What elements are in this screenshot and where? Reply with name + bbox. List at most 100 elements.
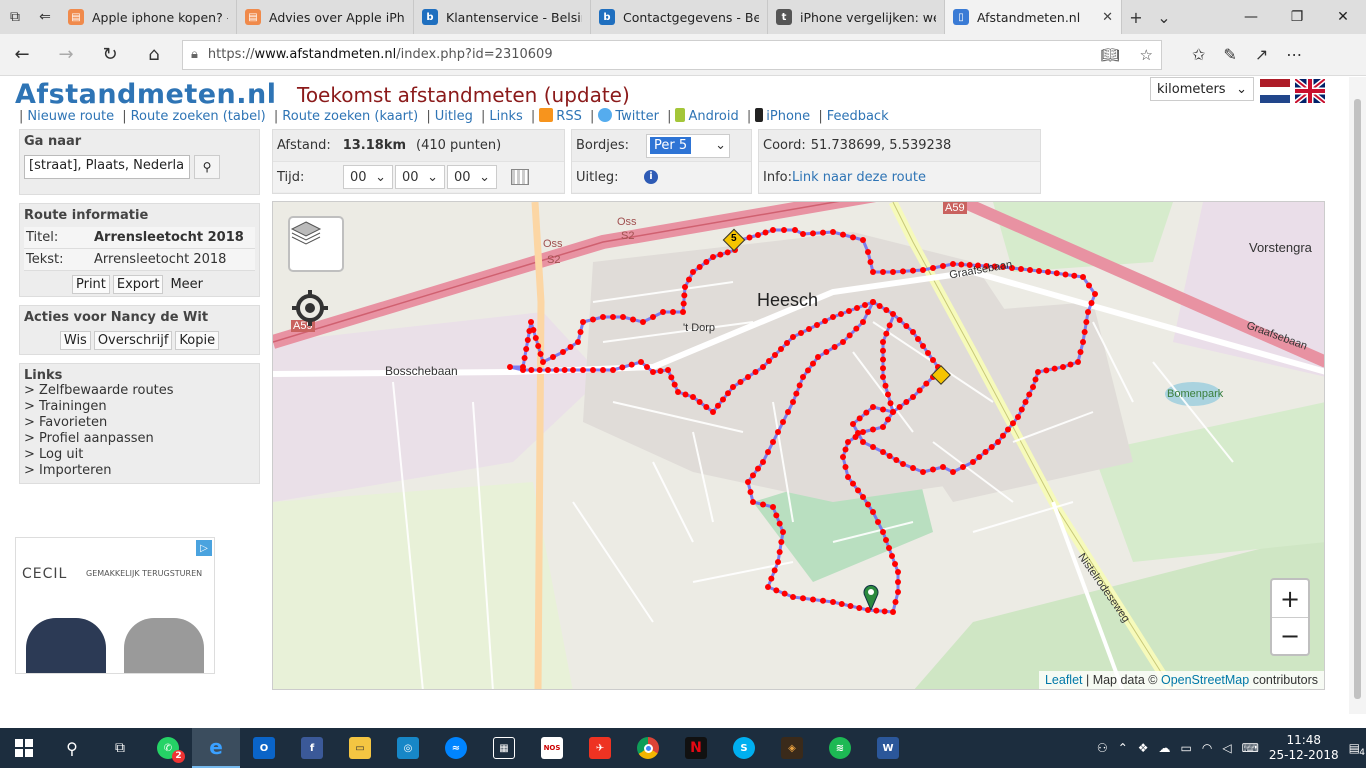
- route-point[interactable]: [830, 314, 836, 320]
- route-point[interactable]: [644, 364, 650, 370]
- route-point[interactable]: [838, 311, 844, 317]
- route-point[interactable]: [760, 459, 766, 465]
- route-point[interactable]: [890, 311, 896, 317]
- route-point[interactable]: [792, 227, 798, 233]
- route-point[interactable]: [886, 453, 893, 459]
- locate-icon[interactable]: [292, 290, 328, 326]
- tab-back-icon[interactable]: ⇐: [30, 0, 60, 34]
- route-point[interactable]: [883, 307, 890, 313]
- route-point[interactable]: [1000, 432, 1006, 439]
- adchoices-icon[interactable]: ▷: [196, 540, 212, 556]
- unit-select[interactable]: kilometers ⌄: [1150, 77, 1254, 101]
- route-point[interactable]: [1053, 270, 1060, 277]
- route-point[interactable]: [745, 374, 751, 380]
- route-point[interactable]: [682, 391, 689, 398]
- route-point[interactable]: [876, 303, 883, 309]
- route-point[interactable]: [815, 354, 821, 360]
- route-point[interactable]: [746, 234, 753, 241]
- route-point[interactable]: [545, 367, 551, 373]
- route-point[interactable]: [610, 314, 616, 320]
- refresh-icon[interactable]: ↻: [88, 44, 132, 65]
- route-point[interactable]: [682, 284, 688, 290]
- route-point[interactable]: [553, 367, 560, 373]
- route-point[interactable]: [903, 323, 910, 329]
- route-point[interactable]: [930, 357, 936, 363]
- route-point[interactable]: [575, 339, 581, 345]
- nav-feedback[interactable]: Feedback: [827, 109, 889, 124]
- nav-nieuwe-route[interactable]: Nieuwe route: [27, 109, 114, 124]
- route-point[interactable]: [528, 319, 534, 325]
- route-point[interactable]: [668, 374, 675, 381]
- bordjes-select[interactable]: Per 5 ⌄: [646, 133, 730, 158]
- layers-icon[interactable]: [288, 216, 344, 272]
- route-point[interactable]: [883, 537, 889, 543]
- nav-uitleg[interactable]: Uitleg: [435, 109, 473, 124]
- dropbox-icon[interactable]: ❖: [1138, 741, 1149, 755]
- route-point[interactable]: [910, 394, 916, 400]
- route-point[interactable]: [630, 316, 636, 323]
- route-point[interactable]: [890, 409, 896, 415]
- volume-icon[interactable]: ◁: [1222, 741, 1231, 755]
- route-point[interactable]: [900, 268, 906, 275]
- route-point[interactable]: [883, 330, 890, 337]
- route-point[interactable]: [854, 305, 860, 311]
- route-point[interactable]: [960, 464, 966, 470]
- start-pin-icon[interactable]: [863, 584, 879, 610]
- route-point[interactable]: [880, 529, 886, 535]
- route-point[interactable]: [867, 259, 874, 265]
- route-point[interactable]: [745, 479, 751, 485]
- route-point[interactable]: [540, 359, 546, 365]
- route-point[interactable]: [580, 367, 586, 373]
- nav-rss[interactable]: RSS: [556, 109, 582, 124]
- kopie-button[interactable]: Kopie: [175, 331, 220, 350]
- nav-route-zoeken-tabel[interactable]: Route zoeken (tabel): [131, 109, 266, 124]
- link-profiel-aanpassen[interactable]: > Profiel aanpassen: [24, 431, 255, 447]
- route-point[interactable]: [915, 336, 921, 342]
- route-point[interactable]: [600, 314, 606, 320]
- route-point[interactable]: [1036, 268, 1042, 274]
- dutch-flag-icon[interactable]: [1260, 79, 1290, 103]
- route-point[interactable]: [507, 364, 513, 370]
- route-point[interactable]: [1071, 272, 1078, 279]
- route-point[interactable]: [580, 319, 586, 325]
- overschrijf-button[interactable]: Overschrijf: [93, 331, 173, 350]
- nos-icon[interactable]: NOS: [528, 728, 576, 768]
- route-point[interactable]: [880, 406, 886, 413]
- route-point[interactable]: [892, 599, 899, 605]
- route-point[interactable]: [860, 439, 866, 445]
- route-point[interactable]: [660, 309, 666, 315]
- route-point[interactable]: [780, 419, 786, 425]
- route-point[interactable]: [1022, 399, 1029, 405]
- route-point[interactable]: [910, 267, 916, 274]
- route-point[interactable]: [790, 334, 796, 340]
- route-point[interactable]: [887, 400, 894, 407]
- route-point[interactable]: [755, 465, 761, 472]
- spotify-icon[interactable]: ≋: [816, 728, 864, 768]
- share-icon[interactable]: ↗: [1255, 45, 1268, 64]
- nav-route-zoeken-kaart[interactable]: Route zoeken (kaart): [282, 109, 418, 124]
- route-point[interactable]: [970, 459, 976, 465]
- route-point[interactable]: [1092, 291, 1098, 297]
- route-point[interactable]: [561, 367, 568, 373]
- route-point[interactable]: [810, 360, 816, 367]
- route-point[interactable]: [750, 472, 756, 479]
- route-point[interactable]: [536, 367, 543, 373]
- route-point[interactable]: [896, 317, 903, 323]
- route-point[interactable]: [675, 389, 681, 395]
- route-point[interactable]: [885, 416, 891, 423]
- route-point[interactable]: [535, 343, 542, 349]
- home-icon[interactable]: ⌂: [132, 44, 176, 65]
- route-point[interactable]: [703, 404, 710, 410]
- route-point[interactable]: [752, 369, 759, 375]
- route-point[interactable]: [1005, 426, 1011, 433]
- route-point[interactable]: [880, 356, 886, 363]
- route-point[interactable]: [778, 346, 784, 352]
- route-point[interactable]: [860, 319, 866, 325]
- route-point[interactable]: [610, 367, 616, 373]
- route-point[interactable]: [805, 367, 811, 374]
- route-point[interactable]: [690, 394, 696, 400]
- clock[interactable]: 11:48 25-12-2018: [1269, 733, 1339, 763]
- route-point[interactable]: [770, 504, 776, 510]
- messenger-icon[interactable]: ≈: [432, 728, 480, 768]
- route-point[interactable]: [680, 309, 686, 315]
